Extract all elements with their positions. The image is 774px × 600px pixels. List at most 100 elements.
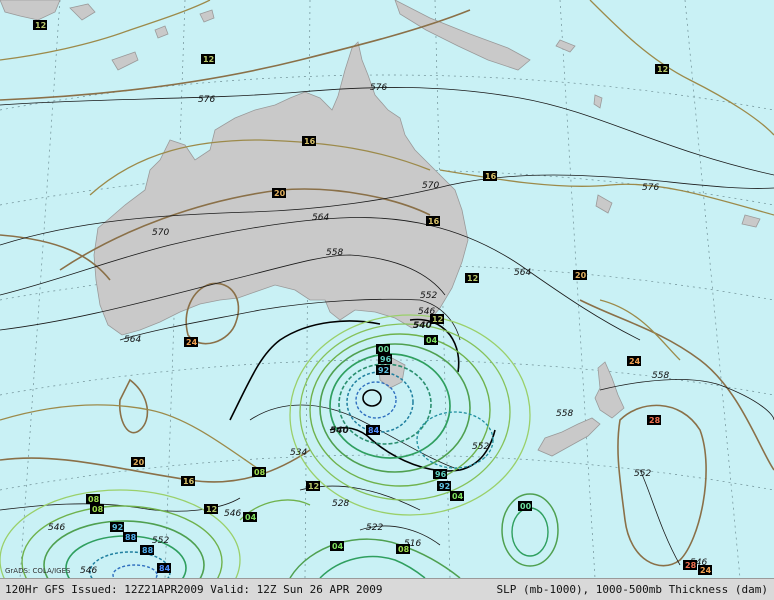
thickness-label: 558	[556, 409, 573, 419]
thickness-label: 564	[312, 213, 329, 223]
slp-label: 20	[573, 270, 587, 280]
svg-text:16: 16	[428, 217, 440, 226]
svg-text:04: 04	[426, 336, 438, 345]
slp-label: 12	[204, 504, 218, 514]
slp-label: 24	[184, 337, 198, 347]
slp-label: 08	[396, 544, 410, 554]
slp-label: 96	[378, 354, 392, 364]
grads-credit: GrADS: COLA/IGES	[5, 567, 71, 575]
svg-text:84: 84	[159, 564, 171, 573]
svg-text:08: 08	[88, 495, 100, 504]
slp-label: 24	[627, 356, 641, 366]
thickness-label: 546	[48, 523, 65, 533]
thickness-label: 552	[152, 536, 169, 546]
thickness-label: 564	[514, 268, 531, 278]
slp-label: 20	[131, 457, 145, 467]
slp-label: 12	[33, 20, 47, 30]
thickness-label: 576	[370, 83, 387, 93]
svg-text:20: 20	[575, 271, 587, 280]
slp-label: 84	[366, 425, 380, 435]
svg-text:20: 20	[133, 458, 145, 467]
slp-label: 16	[483, 171, 497, 181]
thickness-label: 528	[332, 499, 349, 509]
svg-text:88: 88	[125, 533, 137, 542]
slp-label: 88	[140, 545, 154, 555]
slp-label: 16	[181, 476, 195, 486]
slp-label: 00	[518, 501, 532, 511]
svg-text:88: 88	[142, 546, 154, 555]
svg-text:12: 12	[35, 21, 46, 30]
svg-text:16: 16	[304, 137, 316, 146]
svg-text:16: 16	[183, 477, 195, 486]
thickness-label: 534	[290, 448, 307, 458]
slp-label: 16	[302, 136, 316, 146]
slp-label: 84	[157, 563, 171, 573]
slp-label: 12	[430, 314, 444, 324]
slp-label: 28	[647, 415, 661, 425]
thickness-label: 546	[80, 566, 97, 576]
svg-text:92: 92	[378, 366, 389, 375]
svg-text:12: 12	[308, 482, 319, 491]
svg-text:28: 28	[685, 561, 697, 570]
slp-label: 04	[450, 491, 464, 501]
thickness-label: 558	[326, 248, 343, 258]
svg-text:04: 04	[245, 513, 257, 522]
slp-label: 08	[90, 504, 104, 514]
slp-label: 04	[330, 541, 344, 551]
slp-label: 04	[424, 335, 438, 345]
svg-text:08: 08	[254, 468, 266, 477]
thickness-label: 540	[330, 426, 349, 436]
svg-text:20: 20	[274, 189, 286, 198]
svg-text:12: 12	[206, 505, 217, 514]
slp-label: 08	[252, 467, 266, 477]
svg-text:92: 92	[439, 482, 450, 491]
slp-label: 92	[437, 481, 451, 491]
svg-text:24: 24	[700, 566, 712, 575]
slp-label: 24	[698, 565, 712, 575]
svg-text:96: 96	[380, 355, 392, 364]
thickness-label: 576	[642, 183, 659, 193]
svg-text:04: 04	[452, 492, 464, 501]
svg-text:28: 28	[649, 416, 661, 425]
slp-label: 12	[465, 273, 479, 283]
slp-label: 08	[86, 494, 100, 504]
thickness-label: 540	[413, 321, 432, 331]
svg-text:24: 24	[629, 357, 641, 366]
thickness-label: 552	[420, 291, 437, 301]
svg-text:84: 84	[368, 426, 380, 435]
forecast-info: 120Hr GFS Issued: 12Z21APR2009 Valid: 12…	[5, 583, 383, 596]
slp-label: 12	[655, 64, 669, 74]
thickness-label: 570	[152, 228, 169, 238]
slp-label: 92	[376, 365, 390, 375]
thickness-label: 558	[652, 371, 669, 381]
svg-text:08: 08	[398, 545, 410, 554]
svg-text:12: 12	[467, 274, 478, 283]
thickness-label: 552	[472, 442, 489, 452]
slp-label: 12	[201, 54, 215, 64]
svg-text:16: 16	[485, 172, 497, 181]
thickness-label: 564	[124, 335, 141, 345]
field-description: SLP (mb-1000), 1000-500mb Thickness (dam…	[496, 583, 768, 596]
svg-text:00: 00	[520, 502, 532, 511]
thickness-label: 570	[422, 181, 439, 191]
svg-text:08: 08	[92, 505, 104, 514]
thickness-label: 522	[366, 523, 383, 533]
slp-label: 04	[243, 512, 257, 522]
slp-label: 00	[376, 344, 390, 354]
svg-text:04: 04	[332, 542, 344, 551]
slp-label: 88	[123, 532, 137, 542]
map-footer: 120Hr GFS Issued: 12Z21APR2009 Valid: 12…	[0, 578, 774, 600]
slp-label: 20	[272, 188, 286, 198]
slp-label: 92	[110, 522, 124, 532]
slp-label: 96	[433, 469, 447, 479]
thickness-label: 576	[198, 95, 215, 105]
svg-text:12: 12	[432, 315, 443, 324]
svg-text:12: 12	[203, 55, 214, 64]
svg-text:00: 00	[378, 345, 390, 354]
svg-text:92: 92	[112, 523, 123, 532]
svg-text:96: 96	[435, 470, 447, 479]
weather-map: 576 576 576 570 570 564 564 564 558 558 …	[0, 0, 774, 600]
slp-label: 12	[306, 481, 320, 491]
slp-label: 16	[426, 216, 440, 226]
svg-text:12: 12	[657, 65, 668, 74]
